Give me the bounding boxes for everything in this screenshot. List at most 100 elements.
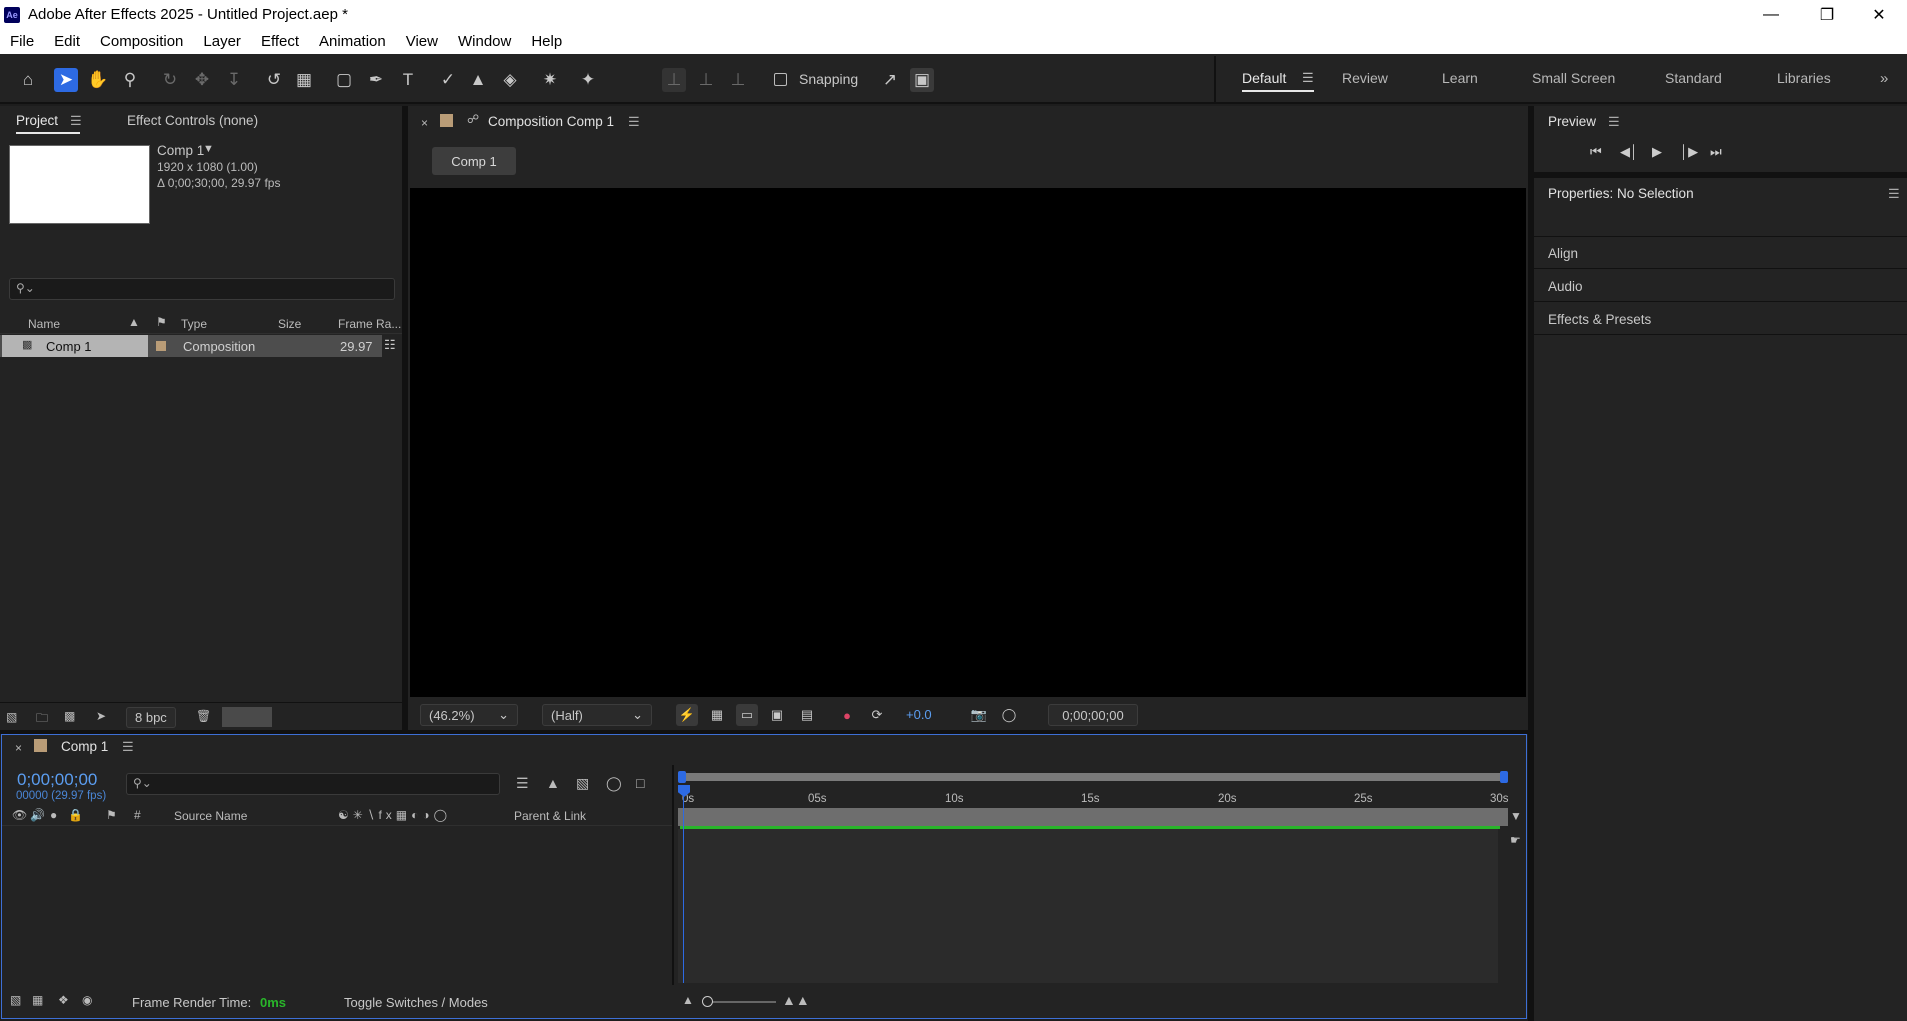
- roto-brush-tool-icon[interactable]: ✷: [538, 68, 562, 92]
- label-color-swatch[interactable]: [156, 341, 166, 351]
- zoom-out-icon[interactable]: ▲: [682, 993, 694, 1007]
- project-search-input[interactable]: ⚲⌄: [9, 278, 395, 300]
- menu-effect[interactable]: Effect: [251, 33, 309, 50]
- snapping-checkbox[interactable]: [774, 73, 787, 86]
- tab-effect-controls[interactable]: Effect Controls (none): [127, 113, 258, 128]
- local-axis-mode-icon[interactable]: ⊥: [662, 68, 686, 92]
- layer-track-area[interactable]: [678, 829, 1498, 983]
- lock-icon[interactable]: 🔒: [68, 808, 83, 822]
- tab-composition[interactable]: Composition Comp 1: [488, 114, 614, 129]
- selection-tool-icon[interactable]: ➤: [54, 68, 78, 92]
- snap-edges-icon[interactable]: ↗: [878, 68, 902, 92]
- zoom-slider-handle[interactable]: [702, 996, 713, 1007]
- solo-icon[interactable]: ●: [50, 808, 57, 822]
- close-tab-icon[interactable]: ×: [421, 116, 428, 130]
- timeline-search-input[interactable]: ⚲⌄: [126, 773, 500, 795]
- interpret-footage-icon[interactable]: ▧: [6, 710, 17, 724]
- render-time-pane-icon[interactable]: ◉: [82, 993, 92, 1007]
- comp-button-icon[interactable]: ☛: [1510, 833, 1521, 847]
- menu-file[interactable]: File: [0, 33, 44, 50]
- new-composition-icon[interactable]: ▩: [64, 709, 75, 723]
- in-out-pane-icon[interactable]: ❖: [58, 993, 69, 1007]
- dolly-camera-icon[interactable]: ↧: [222, 68, 246, 92]
- panel-effects-presets[interactable]: Effects & Presets: [1548, 312, 1651, 327]
- work-area-bar[interactable]: [678, 773, 1508, 781]
- column-framerate[interactable]: Frame Ra...: [338, 317, 401, 331]
- brush-tool-icon[interactable]: ✓: [436, 68, 460, 92]
- workspace-default[interactable]: Default: [1242, 70, 1286, 86]
- fast-previews-icon[interactable]: ⚡: [676, 704, 698, 726]
- transparency-grid-icon[interactable]: ▦: [706, 704, 728, 726]
- composition-viewer[interactable]: [410, 188, 1526, 697]
- switches-icon[interactable]: ☯✳∖fx▦◐◑◯: [338, 808, 451, 822]
- exposure-value[interactable]: +0.0: [906, 707, 932, 722]
- workspace-small-screen[interactable]: Small Screen: [1532, 70, 1615, 86]
- transfer-controls-pane-icon[interactable]: ▦: [32, 993, 43, 1007]
- column-type[interactable]: Type: [181, 317, 207, 331]
- label-tag-icon[interactable]: ⚑: [106, 808, 117, 822]
- shy-layers-icon[interactable]: ▧: [576, 775, 589, 792]
- puppet-pin-tool-icon[interactable]: ✦: [576, 68, 600, 92]
- workspace-learn[interactable]: Learn: [1442, 70, 1478, 86]
- world-axis-mode-icon[interactable]: ⊥: [694, 68, 718, 92]
- view-axis-mode-icon[interactable]: ⊥: [726, 68, 750, 92]
- current-time-display[interactable]: 0;00;00;00: [17, 770, 97, 790]
- pen-tool-icon[interactable]: ✒: [364, 68, 388, 92]
- eraser-tool-icon[interactable]: ◈: [498, 68, 522, 92]
- channels-icon[interactable]: ●: [836, 704, 858, 726]
- close-window-button[interactable]: ✕: [1851, 0, 1907, 29]
- orbit-camera-icon[interactable]: ↻: [158, 68, 182, 92]
- hand-tool-icon[interactable]: ✋: [86, 68, 110, 92]
- column-size[interactable]: Size: [278, 317, 301, 331]
- chevron-down-icon[interactable]: ▼: [203, 143, 214, 155]
- column-parent-link[interactable]: Parent & Link: [514, 809, 586, 823]
- workspace-libraries[interactable]: Libraries: [1777, 70, 1831, 86]
- flowchart-icon[interactable]: ☷: [384, 337, 396, 353]
- workspace-standard[interactable]: Standard: [1665, 70, 1722, 86]
- marker-icon[interactable]: ▼: [1510, 809, 1522, 823]
- menu-view[interactable]: View: [396, 33, 448, 50]
- bit-depth-button[interactable]: 8 bpc: [126, 707, 176, 728]
- time-ruler[interactable]: 0s 05s 10s 15s 20s 25s 30s: [678, 785, 1509, 805]
- work-area-start-handle[interactable]: [678, 771, 686, 783]
- tab-project[interactable]: Project: [16, 113, 58, 128]
- audio-icon[interactable]: 🔊: [30, 808, 45, 822]
- close-tab-icon[interactable]: ×: [15, 741, 22, 755]
- column-name[interactable]: Name: [28, 317, 60, 331]
- sort-ascending-icon[interactable]: ▲: [128, 315, 140, 329]
- type-tool-icon[interactable]: T: [396, 68, 420, 92]
- new-folder-icon[interactable]: 🗀: [36, 709, 48, 730]
- clone-stamp-tool-icon[interactable]: ▲: [466, 68, 490, 92]
- show-snapshot-icon[interactable]: ◯: [998, 704, 1020, 726]
- tab-timeline-comp[interactable]: Comp 1: [61, 739, 108, 754]
- menu-help[interactable]: Help: [521, 33, 572, 50]
- timeline-menu-icon[interactable]: ☰: [122, 739, 134, 755]
- workspace-review[interactable]: Review: [1342, 70, 1388, 86]
- panel-audio[interactable]: Audio: [1548, 279, 1583, 294]
- table-row[interactable]: ▩ Comp 1 Composition 29.97: [0, 335, 382, 357]
- menu-animation[interactable]: Animation: [309, 33, 396, 50]
- first-frame-icon[interactable]: ⏮: [1590, 144, 1602, 160]
- zoom-slider[interactable]: [704, 1001, 776, 1003]
- menu-composition[interactable]: Composition: [90, 33, 193, 50]
- properties-menu-icon[interactable]: ☰: [1888, 186, 1900, 202]
- composition-flowchart-icon[interactable]: ☰: [516, 775, 529, 792]
- composition-menu-icon[interactable]: ☰: [628, 114, 640, 130]
- column-source-name[interactable]: Source Name: [174, 809, 247, 823]
- next-frame-icon[interactable]: │▶: [1680, 144, 1698, 160]
- rotation-tool-icon[interactable]: ↺: [262, 68, 286, 92]
- magnification-dropdown[interactable]: (46.2%) ⌄: [420, 704, 518, 726]
- home-icon[interactable]: ⌂: [16, 68, 40, 92]
- draft-3d-icon[interactable]: ▲: [546, 775, 560, 791]
- more-workspaces-icon[interactable]: »: [1880, 70, 1888, 87]
- previous-frame-icon[interactable]: ◀│: [1620, 144, 1638, 160]
- rectangle-tool-icon[interactable]: ▢: [332, 68, 356, 92]
- zoom-tool-icon[interactable]: ⚲: [118, 68, 142, 92]
- menu-edit[interactable]: Edit: [44, 33, 90, 50]
- menu-window[interactable]: Window: [448, 33, 521, 50]
- layer-switches-pane-icon[interactable]: ▧: [10, 993, 21, 1007]
- eye-icon[interactable]: 👁: [12, 808, 27, 822]
- menu-layer[interactable]: Layer: [193, 33, 251, 50]
- region-of-interest-icon[interactable]: ▣: [766, 704, 788, 726]
- last-frame-icon[interactable]: ⏭: [1710, 144, 1722, 160]
